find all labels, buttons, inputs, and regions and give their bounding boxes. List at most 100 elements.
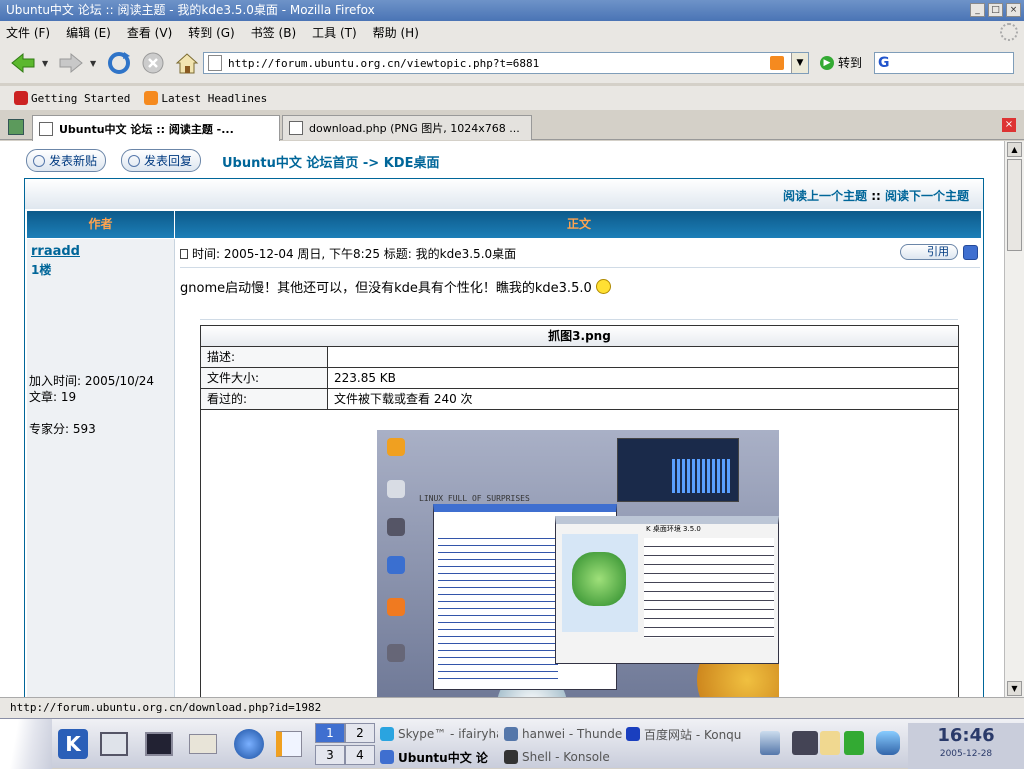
author-column-header: 作者 bbox=[27, 211, 175, 238]
desktop-icon bbox=[387, 480, 405, 498]
task-thunderbird[interactable]: hanwei - Thunde bbox=[504, 723, 622, 745]
go-label: 转到 bbox=[838, 56, 863, 70]
desktop-pager-1[interactable]: 1 bbox=[315, 723, 345, 743]
stop-button[interactable] bbox=[138, 48, 168, 78]
author-expert-score: 专家分: 593 bbox=[29, 422, 96, 436]
scroll-down-button[interactable]: ▼ bbox=[1007, 681, 1022, 696]
menu-view[interactable]: 查看 (V) bbox=[127, 24, 172, 41]
quote-button[interactable]: 引用 bbox=[900, 244, 958, 260]
status-bar: http://forum.ubuntu.org.cn/download.php?… bbox=[0, 697, 1024, 718]
pencil-icon bbox=[33, 154, 45, 167]
quote-label: 引用 bbox=[927, 245, 949, 258]
table-header: 作者 正文 bbox=[27, 211, 981, 238]
kde-menu-icon[interactable]: K bbox=[56, 727, 90, 761]
bookmark-latest-headlines[interactable]: Latest Headlines bbox=[144, 91, 267, 105]
attachment-screenshot[interactable]: LINUX FULL OF SURPRISES K 桌面环境 3.5.0 bbox=[377, 430, 779, 697]
menu-tools[interactable]: 工具 (T) bbox=[312, 24, 357, 41]
tab-download-png[interactable]: download.php (PNG 图片, 1024x768 ... bbox=[282, 115, 532, 140]
close-window-button[interactable]: × bbox=[1006, 3, 1021, 17]
throbber-icon bbox=[1000, 23, 1018, 41]
search-input[interactable]: G bbox=[874, 52, 1014, 74]
go-button[interactable]: ▶ 转到 bbox=[820, 54, 862, 71]
task-firefox[interactable]: Ubuntu中文 论 bbox=[380, 746, 498, 768]
menu-help[interactable]: 帮助 (H) bbox=[373, 24, 419, 41]
tab-forum-topic[interactable]: Ubuntu中文 论坛 :: 阅读主题 -... bbox=[32, 115, 280, 141]
desktop-icon bbox=[387, 556, 405, 574]
prev-topic-link[interactable]: 阅读上一个主题 bbox=[783, 189, 867, 203]
editor-icon[interactable] bbox=[272, 727, 306, 761]
address-bar[interactable]: http://forum.ubuntu.org.cn/viewtopic.php… bbox=[203, 52, 809, 74]
breadcrumb[interactable]: Ubuntu中文 论坛首页 -> KDE桌面 bbox=[222, 152, 439, 171]
computer-icon[interactable] bbox=[97, 727, 131, 761]
forward-history-dropdown[interactable]: ▼ bbox=[90, 59, 100, 68]
task-konsole[interactable]: Shell - Konsole bbox=[504, 746, 622, 768]
window-title: Ubuntu中文 论坛 :: 阅读主题 - 我的kde3.5.0桌面 - Moz… bbox=[6, 3, 375, 17]
back-arrow-icon bbox=[11, 52, 35, 74]
author-name-link[interactable]: rraadd bbox=[31, 244, 80, 259]
scroll-thumb[interactable] bbox=[1007, 159, 1022, 251]
mail-icon[interactable] bbox=[186, 727, 220, 761]
task-konqueror[interactable]: 百度网站 - Konqu bbox=[626, 723, 744, 745]
attachment-row: 文件大小: 223.85 KB bbox=[201, 368, 958, 389]
spectrum-bars bbox=[672, 459, 730, 493]
menu-edit[interactable]: 编辑 (E) bbox=[66, 24, 111, 41]
forward-button[interactable] bbox=[56, 48, 86, 78]
home-icon bbox=[175, 53, 199, 74]
post-header: 时间: 2005-12-04 周日, 下午8:25 标题: 我的kde3.5.0… bbox=[180, 245, 516, 262]
menu-file[interactable]: 文件 (F) bbox=[6, 24, 50, 41]
trash-icon[interactable] bbox=[876, 731, 900, 755]
desktop-pager-3[interactable]: 3 bbox=[315, 745, 345, 765]
address-dropdown-button[interactable]: ▼ bbox=[791, 53, 808, 73]
reply-button[interactable]: 发表回复 bbox=[121, 149, 202, 172]
task-label: Skype™ - ifairyha bbox=[398, 727, 498, 741]
menu-go[interactable]: 转到 (G) bbox=[188, 24, 234, 41]
update-tray-icon[interactable] bbox=[844, 731, 864, 755]
smiley-icon bbox=[595, 279, 611, 294]
profile-icon[interactable] bbox=[963, 245, 978, 260]
divider bbox=[180, 267, 980, 268]
bookmark-getting-started[interactable]: Getting Started bbox=[14, 91, 130, 105]
desktop-pager-2[interactable]: 2 bbox=[345, 723, 375, 743]
minimize-button[interactable]: _ bbox=[970, 3, 985, 17]
menu-bookmarks[interactable]: 书签 (B) bbox=[251, 24, 296, 41]
topic-table: 阅读上一个主题 :: 阅读下一个主题 作者 正文 rraadd 1楼 加入时间:… bbox=[24, 178, 984, 697]
monitor-tray-icon[interactable] bbox=[760, 731, 780, 755]
post-meta: 时间: 2005-12-04 周日, 下午8:25 标题: 我的kde3.5.0… bbox=[192, 247, 517, 261]
next-topic-link[interactable]: 阅读下一个主题 bbox=[885, 189, 969, 203]
scroll-up-button[interactable]: ▲ bbox=[1007, 142, 1022, 157]
page-content: 发表新贴 发表回复 Ubuntu中文 论坛首页 -> KDE桌面 阅读上一个主题… bbox=[0, 141, 1004, 697]
close-tab-icon[interactable]: × bbox=[1002, 118, 1016, 132]
clock-date: 2005-12-28 bbox=[939, 749, 993, 759]
getting-started-icon bbox=[14, 91, 28, 105]
tab-bar: Ubuntu中文 论坛 :: 阅读主题 -... download.php (P… bbox=[0, 113, 1024, 141]
desktop-pager-4[interactable]: 4 bbox=[345, 745, 375, 765]
reload-button[interactable] bbox=[104, 48, 134, 78]
browser-icon[interactable] bbox=[232, 727, 266, 761]
post-text: gnome启动慢！其他还可以，但没有kde具有个性化！瞧我的kde3.5.0 bbox=[180, 281, 592, 296]
home-button[interactable] bbox=[172, 48, 202, 78]
post-message: gnome启动慢！其他还可以，但没有kde具有个性化！瞧我的kde3.5.0 bbox=[180, 277, 611, 296]
rss-feed-icon bbox=[144, 91, 159, 105]
maximize-button[interactable]: □ bbox=[988, 3, 1003, 17]
back-history-dropdown[interactable]: ▼ bbox=[42, 59, 52, 68]
skype-icon bbox=[380, 727, 394, 741]
attachment-value: 223.85 KB bbox=[334, 371, 396, 385]
topic-navigation: 阅读上一个主题 :: 阅读下一个主题 bbox=[25, 179, 983, 209]
bookmark-label: Getting Started bbox=[31, 91, 131, 105]
address-bar-text[interactable]: http://forum.ubuntu.org.cn/viewtopic.php… bbox=[228, 57, 539, 70]
network-tray-icon[interactable] bbox=[792, 731, 818, 755]
post-floor: 1楼 bbox=[31, 263, 52, 277]
task-label: 百度网站 - Konqu bbox=[644, 727, 742, 742]
back-button[interactable] bbox=[8, 48, 38, 78]
clock[interactable]: 16:46 2005-12-28 bbox=[908, 723, 1024, 769]
vertical-scrollbar[interactable]: ▲ ▼ bbox=[1004, 141, 1024, 697]
klipper-tray-icon[interactable] bbox=[820, 731, 840, 755]
task-label: Shell - Konsole bbox=[522, 750, 610, 764]
new-post-button[interactable]: 发表新贴 bbox=[26, 149, 107, 172]
new-tab-icon[interactable] bbox=[8, 119, 24, 135]
attachment-value: 文件被下载或查看 240 次 bbox=[334, 392, 473, 406]
terminal-icon[interactable] bbox=[142, 727, 176, 761]
task-skype[interactable]: Skype™ - ifairyha bbox=[380, 723, 498, 745]
window-titlebar: Ubuntu中文 论坛 :: 阅读主题 - 我的kde3.5.0桌面 - Moz… bbox=[0, 0, 1024, 21]
rss-feed-icon[interactable] bbox=[770, 56, 784, 70]
